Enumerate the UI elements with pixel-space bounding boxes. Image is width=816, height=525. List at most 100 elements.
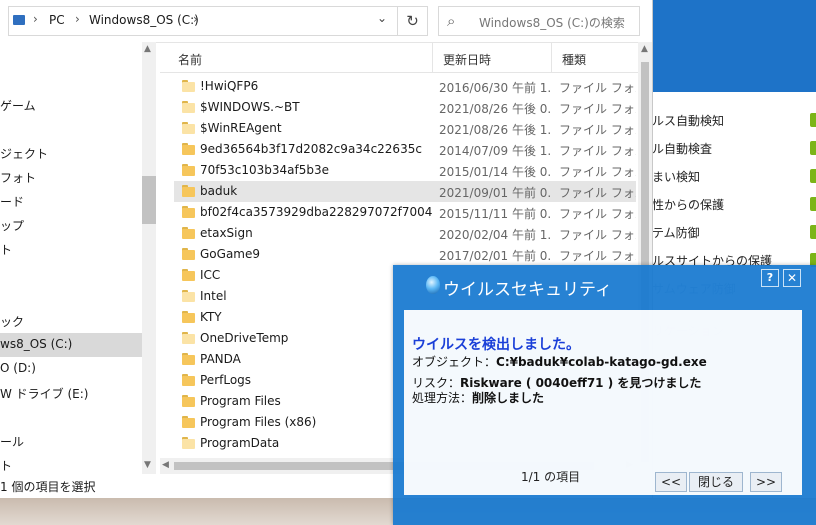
nav-item[interactable]: W ドライブ (E:) [0, 381, 142, 405]
security-feature-label: テム防御 [652, 226, 700, 240]
breadcrumb-pc[interactable]: PC [49, 13, 65, 27]
column-type-label: 種類 [562, 53, 587, 67]
file-row[interactable]: baduk 2021/09/01 午前 0... ファイル フォルダー [174, 181, 636, 202]
nav-item[interactable]: O (D:) [0, 357, 142, 381]
file-row[interactable]: !HwiQFP6 2016/06/30 午前 1... ファイル フォルダー [174, 76, 636, 97]
chevron-right-icon[interactable]: › [33, 12, 38, 26]
folder-icon [182, 416, 195, 428]
chevron-down-icon[interactable]: ⌄ [377, 11, 387, 25]
dialog-title: ウイルスセキュリティ [443, 280, 612, 300]
file-date: 2014/07/09 午後 1... [439, 144, 551, 158]
file-name: etaxSign [200, 226, 253, 240]
nav-item[interactable]: ップ [0, 213, 142, 237]
column-header: 名前 更新日時 種類 [160, 42, 650, 73]
scroll-left-icon[interactable]: ◀ [162, 460, 169, 470]
file-type: ファイル フォルダー [559, 207, 636, 221]
detection-heading: ウイルスを検出しました。 [412, 337, 580, 353]
file-row[interactable]: 70f53c103b34af5b3e 2015/01/14 午後 0... ファイル… [174, 160, 636, 181]
file-date: 2020/02/04 午前 1... [439, 228, 551, 242]
column-date-label: 更新日時 [443, 53, 492, 67]
object-value: C:¥baduk¥colab-katago-gd.exe [496, 355, 707, 369]
nav-item[interactable]: ック [0, 309, 142, 333]
file-name: PANDA [200, 352, 241, 366]
column-type[interactable]: 種類 [552, 42, 642, 72]
folder-icon [182, 143, 195, 155]
file-row[interactable]: bf02f4ca3573929dba228297072f7004 2015/11/… [174, 202, 636, 223]
column-name[interactable]: 名前 [168, 42, 433, 72]
object-line: オブジェクト：C:¥baduk¥colab-katago-gd.exe [412, 353, 707, 370]
folder-icon [182, 80, 195, 92]
file-date: 2016/06/30 午前 1... [439, 81, 551, 95]
security-feature-label: まい検知 [652, 170, 701, 184]
scroll-up-icon[interactable]: ▲ [144, 44, 151, 54]
file-type: ファイル フォルダー [559, 123, 636, 137]
nav-item[interactable]: ト [0, 237, 142, 261]
folder-icon [182, 437, 195, 449]
search-icon: ⌕ [447, 12, 456, 30]
nav-item-label: ジェクト [0, 147, 49, 161]
file-type: ファイル フォルダー [559, 102, 636, 116]
action-line: 処理方法：削除しました [412, 389, 544, 406]
help-button[interactable]: ? [761, 269, 779, 287]
file-name: $WINDOWS.~BT [200, 100, 300, 114]
chevron-right-icon[interactable]: › [193, 12, 198, 26]
security-app-header [652, 0, 816, 92]
file-name: Intel [200, 289, 227, 303]
file-date: 2021/09/01 午前 0... [439, 186, 551, 200]
file-name: baduk [200, 184, 238, 198]
chevron-right-icon[interactable]: › [75, 12, 80, 26]
nav-item-label: ト [0, 243, 13, 257]
nav-item[interactable]: ード [0, 189, 142, 213]
nav-item-label: ップ [0, 219, 25, 233]
nav-item[interactable]: ール [0, 429, 142, 453]
file-name: bf02f4ca3573929dba228297072f7004 [200, 205, 433, 219]
search-input[interactable]: ⌕ Windows8_OS (C:)の検索 [438, 6, 640, 36]
status-text: 1 個の項目を選択 [0, 480, 96, 494]
nav-item[interactable]: ジェクト [0, 141, 142, 165]
file-name: 70f53c103b34af5b3e [200, 163, 329, 177]
nav-item-label: ック [0, 315, 25, 329]
file-name: ProgramData [200, 436, 280, 450]
address-bar-area: › PC › Windows8_OS (C:) › ⌄ ↻ ⌕ Windows8… [0, 0, 652, 43]
file-name: Program Files [200, 394, 281, 408]
file-type: ファイル フォルダー [559, 81, 636, 95]
file-name: OneDriveTemp [200, 331, 289, 345]
nav-item[interactable]: ws8_OS (C:) [0, 333, 142, 357]
next-button[interactable]: >> [750, 472, 782, 492]
nav-item[interactable]: フォト [0, 165, 142, 189]
security-feature-item: まい検知 [652, 164, 816, 188]
status-check-icon [810, 197, 816, 211]
file-row[interactable]: $WinREAgent 2021/08/26 午後 1... ファイル フォルダー [174, 118, 636, 139]
file-date: 2021/08/26 午後 1... [439, 123, 551, 137]
file-date: 2015/01/14 午後 0... [439, 165, 551, 179]
address-bar[interactable]: › PC › Windows8_OS (C:) › ⌄ ↻ [8, 6, 428, 36]
close-icon[interactable]: ✕ [783, 269, 801, 287]
nav-item[interactable]: ゲーム [0, 93, 142, 117]
nav-item-label: ゲーム [0, 99, 36, 113]
prev-button[interactable]: << [655, 472, 687, 492]
file-row[interactable]: GoGame9 2017/02/01 午前 0... ファイル フォルダー [174, 244, 636, 265]
folder-icon [182, 248, 195, 260]
file-date: 2015/11/11 午前 0... [439, 207, 551, 221]
file-row[interactable]: $WINDOWS.~BT 2021/08/26 午後 0... ファイル フォルダー [174, 97, 636, 118]
scroll-up-icon[interactable]: ▲ [641, 44, 648, 54]
status-check-icon [810, 169, 816, 183]
close-button[interactable]: 閉じる [689, 472, 743, 492]
status-check-icon [810, 113, 816, 127]
scroll-down-icon[interactable]: ▼ [144, 460, 151, 470]
security-feature-item: ル自動検査 [652, 136, 816, 160]
file-row[interactable]: etaxSign 2020/02/04 午前 1... ファイル フォルダー [174, 223, 636, 244]
breadcrumb-drive[interactable]: Windows8_OS (C:) [89, 13, 199, 27]
folder-icon [182, 374, 195, 386]
refresh-icon[interactable]: ↻ [397, 7, 427, 35]
column-date[interactable]: 更新日時 [433, 42, 552, 72]
folder-icon [182, 269, 195, 281]
security-feature-label: ルス自動検知 [652, 114, 725, 128]
nav-item-label: ト [0, 459, 13, 473]
file-name: 9ed36564b3f17d2082c9a34c22635c [200, 142, 422, 156]
nav-scrollbar[interactable]: ▲ ▼ [142, 42, 156, 474]
nav-scroll-thumb[interactable] [142, 176, 156, 224]
status-check-icon [810, 225, 816, 239]
file-row[interactable]: 9ed36564b3f17d2082c9a34c22635c 2014/07/09… [174, 139, 636, 160]
status-bar: 1 個の項目を選択 [0, 474, 160, 498]
